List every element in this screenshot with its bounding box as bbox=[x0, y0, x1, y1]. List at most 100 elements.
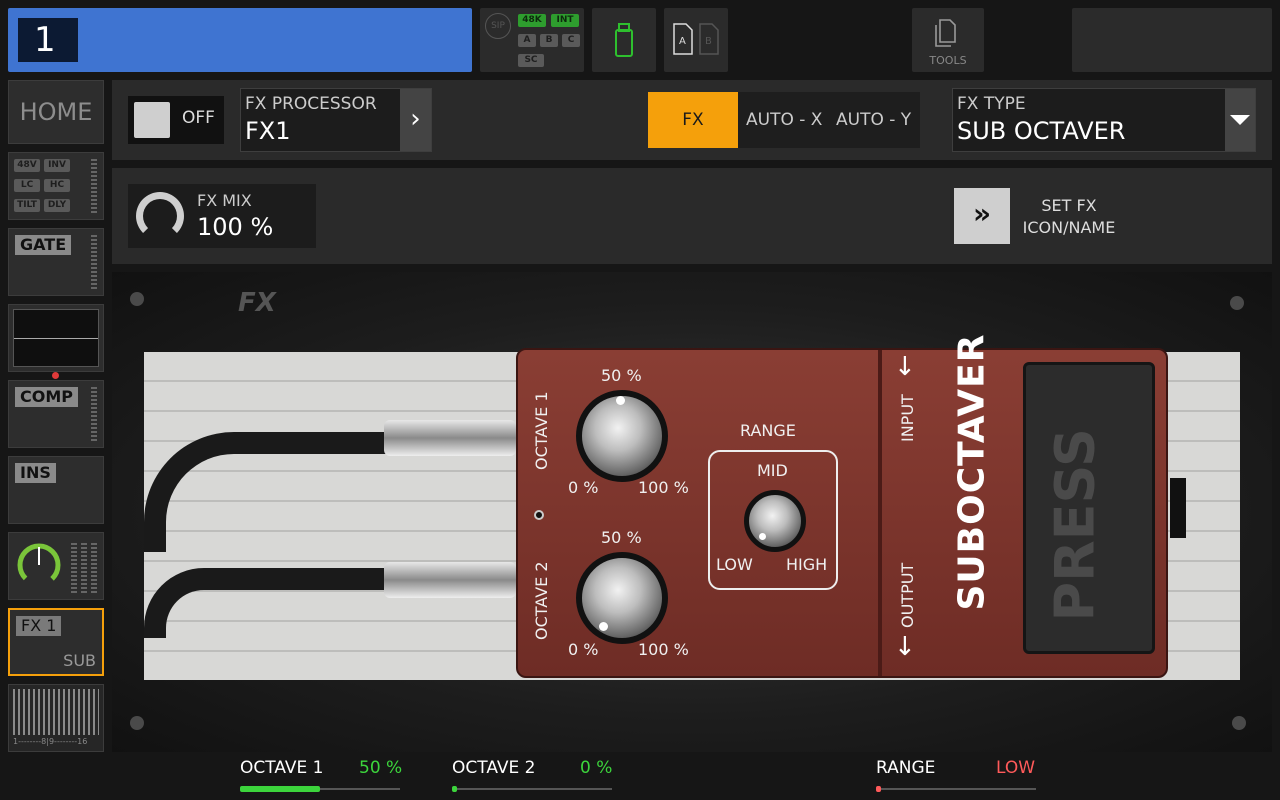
insert-section-button[interactable]: INS bbox=[8, 456, 104, 524]
eq-indicator bbox=[52, 372, 59, 379]
clock-badge: INT bbox=[551, 14, 579, 27]
comp-section-button[interactable]: COMP bbox=[8, 380, 104, 448]
param-range-label: RANGE bbox=[876, 758, 936, 778]
param-octave2-slider[interactable] bbox=[452, 788, 612, 790]
output-label: OUTPUT bbox=[898, 562, 917, 628]
sip-indicator: SIP bbox=[485, 13, 511, 39]
input-cable bbox=[144, 432, 394, 552]
sample-rate-badge: 48K bbox=[518, 14, 546, 27]
input-section-button[interactable]: 48V INV LC HC TILT DLY bbox=[8, 152, 104, 220]
pedal-side-jack bbox=[1170, 478, 1186, 538]
documents-icon bbox=[935, 19, 956, 47]
level-meter-right bbox=[81, 543, 87, 595]
fx-processor-value: FX1 bbox=[245, 117, 291, 145]
dly-badge: DLY bbox=[44, 199, 70, 212]
octave1-max-label: 100 % bbox=[638, 478, 689, 497]
range-knob[interactable] bbox=[744, 490, 806, 552]
ins-label: INS bbox=[15, 463, 56, 483]
comp-label: COMP bbox=[15, 387, 78, 407]
fx-type-title: FX TYPE bbox=[957, 94, 1026, 114]
lc-badge: LC bbox=[14, 179, 40, 192]
fx1-label: FX 1 bbox=[16, 616, 62, 636]
chevron-right-icon[interactable]: › bbox=[400, 89, 431, 151]
fx-mix-knob-icon[interactable] bbox=[136, 192, 184, 240]
usb-button[interactable] bbox=[592, 8, 656, 72]
input-label: INPUT bbox=[898, 394, 917, 442]
set-fx-label-line2: ICON/NAME bbox=[1022, 218, 1116, 237]
pan-knob-icon bbox=[17, 543, 61, 587]
tab-fx[interactable]: FX bbox=[648, 92, 738, 148]
param-range-value: LOW bbox=[996, 758, 1036, 778]
param-octave2-fill bbox=[452, 786, 457, 792]
onoff-label: OFF bbox=[182, 108, 215, 128]
level-meter-gr bbox=[91, 543, 97, 595]
comp-meter bbox=[91, 387, 97, 443]
fx-mix-title: FX MIX bbox=[197, 191, 252, 210]
gate-section-button[interactable]: GATE bbox=[8, 228, 104, 296]
double-chevron-right-icon: » bbox=[972, 197, 992, 230]
gate-label: GATE bbox=[15, 235, 72, 255]
onoff-indicator bbox=[134, 102, 170, 138]
channel-number: 1 bbox=[18, 18, 78, 62]
pan-section-button[interactable] bbox=[8, 532, 104, 600]
sd-card-icon: A B bbox=[673, 23, 719, 55]
pedal-brand-name: SUBOCTAVER bbox=[951, 333, 993, 611]
octave1-label: OCTAVE 1 bbox=[532, 391, 551, 470]
input-jack bbox=[384, 420, 516, 456]
inv-badge: INV bbox=[44, 159, 70, 172]
octave1-min-label: 0 % bbox=[568, 478, 599, 497]
bus-sends-button[interactable]: 1--------8|9--------16 bbox=[8, 684, 104, 752]
fx-logo: FX bbox=[238, 288, 276, 318]
bus-send-bars bbox=[13, 689, 99, 735]
eq-section-button[interactable] bbox=[8, 304, 104, 372]
set-fx-label-line1: SET FX bbox=[1041, 196, 1097, 215]
card-a-label: A bbox=[679, 36, 686, 47]
press-label: PRESS bbox=[1043, 428, 1107, 622]
chevron-down-icon[interactable] bbox=[1225, 89, 1255, 151]
screw-icon bbox=[1230, 296, 1244, 310]
octave2-knob[interactable] bbox=[576, 552, 668, 644]
led-indicator bbox=[534, 510, 544, 520]
arrow-down-icon: ↓ bbox=[894, 352, 916, 382]
fx-processor-title: FX PROCESSOR bbox=[245, 94, 377, 114]
octave1-knob-pointer bbox=[616, 396, 625, 405]
output-cable bbox=[144, 568, 394, 638]
scene-card-button[interactable]: A B bbox=[664, 8, 728, 72]
tab-auto-x[interactable]: AUTO - X bbox=[746, 110, 822, 130]
sc-badge: SC bbox=[518, 54, 544, 67]
bus-scale: 1--------8|9--------16 bbox=[13, 737, 88, 746]
48v-badge: 48V bbox=[14, 159, 40, 172]
card-b-label: B bbox=[705, 36, 712, 47]
screw-icon bbox=[130, 716, 144, 730]
octave2-min-label: 0 % bbox=[568, 640, 599, 659]
octave2-max-label: 100 % bbox=[638, 640, 689, 659]
octave2-knob-pointer bbox=[599, 622, 608, 631]
level-meter-left bbox=[71, 543, 77, 595]
param-octave2-label: OCTAVE 2 bbox=[452, 758, 536, 778]
input-meter bbox=[91, 159, 97, 215]
gate-meter bbox=[91, 235, 97, 291]
param-octave1-label: OCTAVE 1 bbox=[240, 758, 324, 778]
octave2-label: OCTAVE 2 bbox=[532, 561, 551, 640]
octave1-knob[interactable] bbox=[576, 390, 668, 482]
param-octave2-value: 0 % bbox=[580, 758, 613, 778]
arrow-down-icon: ↓ bbox=[894, 632, 916, 662]
param-range-slider[interactable] bbox=[876, 788, 1036, 790]
fx-type-value: SUB OCTAVER bbox=[957, 117, 1126, 145]
usb-icon bbox=[615, 23, 633, 57]
range-high-label: HIGH bbox=[786, 555, 828, 574]
fx1-section-button[interactable]: FX 1 SUB bbox=[8, 608, 104, 676]
param-octave1-fill bbox=[240, 786, 320, 792]
tab-auto-y[interactable]: AUTO - Y bbox=[836, 110, 911, 130]
status-b-badge: B bbox=[540, 34, 558, 47]
set-fx-icon-button[interactable]: » bbox=[954, 188, 1010, 244]
octave1-top-label: 50 % bbox=[601, 366, 642, 385]
top-right-panel[interactable] bbox=[1072, 8, 1272, 72]
screw-icon bbox=[1232, 716, 1246, 730]
pedal-divider bbox=[878, 350, 882, 676]
home-button[interactable]: HOME bbox=[8, 80, 104, 144]
range-label: RANGE bbox=[740, 421, 796, 440]
tilt-badge: TILT bbox=[14, 199, 40, 212]
param-octave1-value: 50 % bbox=[359, 758, 403, 778]
octave2-top-label: 50 % bbox=[601, 528, 642, 547]
